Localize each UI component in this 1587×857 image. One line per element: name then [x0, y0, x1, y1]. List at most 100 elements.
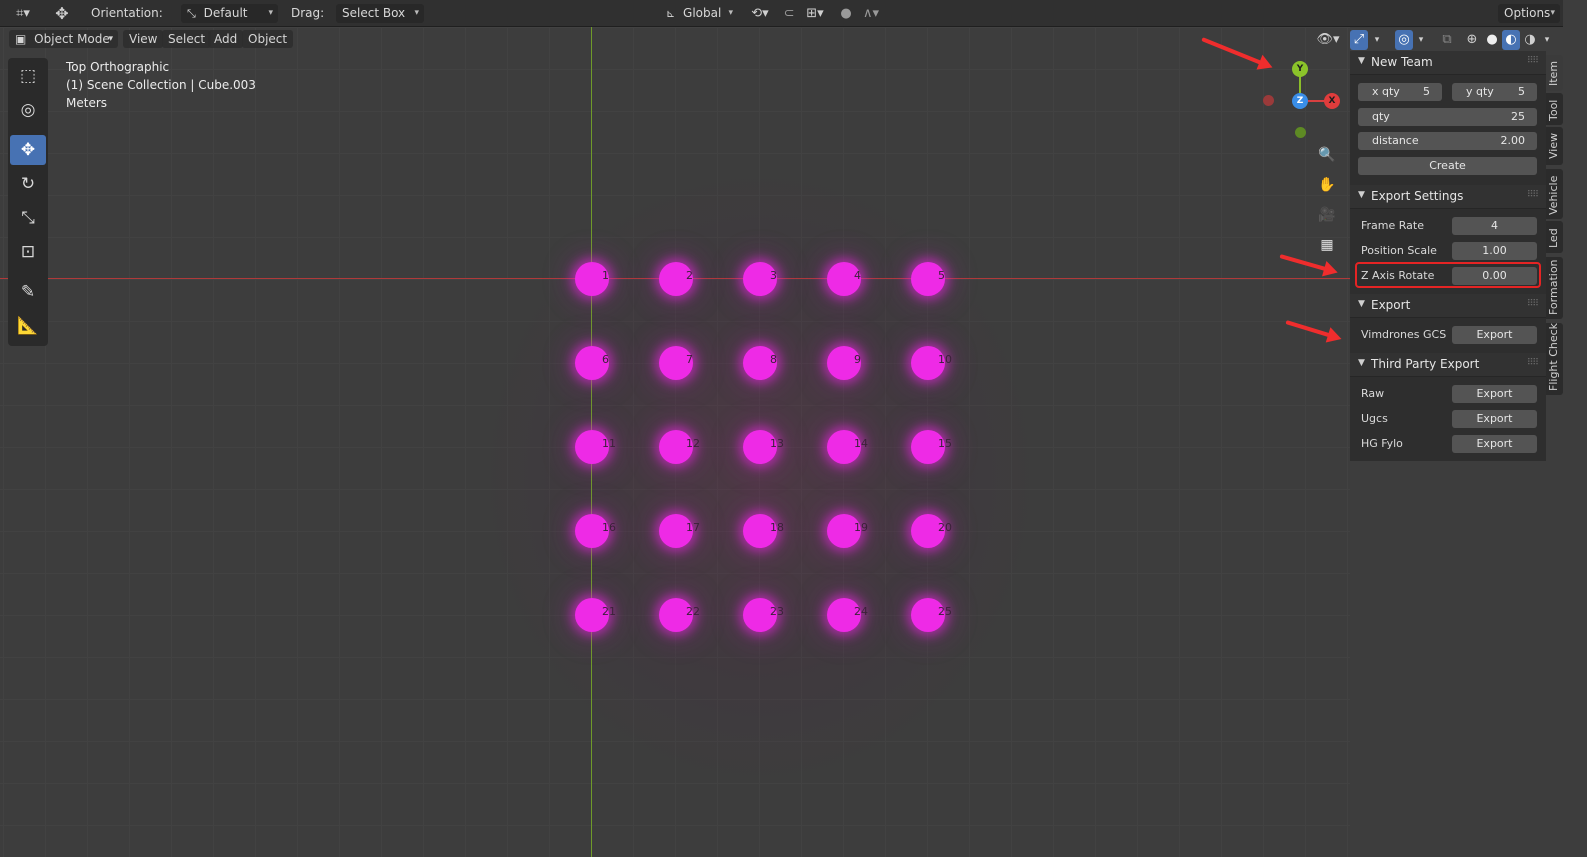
- collapse-triangle-icon: ▼: [1358, 358, 1365, 368]
- rendered-shading-icon[interactable]: ◑: [1521, 30, 1539, 50]
- grip-icon[interactable]: ⠿⠿: [1527, 299, 1539, 309]
- tab-tool[interactable]: Tool: [1546, 93, 1563, 125]
- tab-formation[interactable]: Formation: [1546, 257, 1563, 319]
- collapse-triangle-icon: ▼: [1358, 190, 1365, 200]
- object-mode-dropdown[interactable]: ▣ Object Mode ▾: [9, 30, 118, 48]
- measure-icon[interactable]: 📐: [10, 311, 46, 341]
- rotate-icon[interactable]: ↻: [10, 169, 46, 199]
- move-icon[interactable]: ✥: [10, 135, 46, 165]
- wireframe-shading-icon[interactable]: ⊕: [1463, 30, 1481, 50]
- pivot-point-icon[interactable]: ⟲▾: [746, 4, 774, 23]
- transform-space-value: Global: [683, 6, 722, 20]
- sidebar-tabs: Item Tool View Vehicle Led Formation Fli…: [1546, 51, 1563, 401]
- menu-add[interactable]: Add: [208, 30, 244, 48]
- orientation-value: Default: [203, 6, 248, 20]
- gizmo-neg-y[interactable]: [1295, 127, 1306, 138]
- tab-vehicle[interactable]: Vehicle: [1546, 169, 1563, 219]
- chevron-down-icon: ▾: [268, 8, 273, 18]
- new-team-header[interactable]: ▼ New Team ⠿⠿: [1350, 51, 1546, 75]
- tab-led[interactable]: Led: [1546, 221, 1563, 253]
- 3d-viewport[interactable]: Top Orthographic (1) Scene Collection | …: [0, 27, 1350, 857]
- grip-icon[interactable]: ⠿⠿: [1527, 358, 1539, 368]
- distance-value: 2.00: [1500, 134, 1526, 147]
- orientation-dropdown[interactable]: ⤡ Default ▾: [181, 4, 278, 23]
- zoom-icon[interactable]: 🔍: [1315, 143, 1339, 167]
- distance-field[interactable]: distance 2.00: [1358, 132, 1537, 150]
- chevron-down-icon[interactable]: ▾: [1370, 30, 1384, 50]
- camera-icon[interactable]: 🎥: [1315, 203, 1339, 227]
- drone-label: 8: [770, 353, 777, 366]
- export-settings-header[interactable]: ▼ Export Settings ⠿⠿: [1350, 185, 1546, 209]
- transform-icon[interactable]: ⊡: [10, 237, 46, 267]
- gizmo-neg-x[interactable]: [1263, 95, 1274, 106]
- select-box-icon[interactable]: ⬚: [10, 61, 46, 91]
- create-button[interactable]: Create: [1358, 157, 1537, 175]
- transform-gizmo-icon[interactable]: ✥: [50, 4, 74, 23]
- snap-target-icon[interactable]: ⊞▾: [800, 4, 830, 23]
- gizmo-y-axis[interactable]: Y: [1292, 61, 1308, 77]
- position-scale-label: Position Scale: [1361, 244, 1437, 257]
- menu-view[interactable]: View: [123, 30, 164, 48]
- cursor-icon[interactable]: ◎: [10, 95, 46, 125]
- gizmo-z-axis[interactable]: Z: [1292, 93, 1308, 109]
- hg-fylo-label: HG Fylo: [1361, 437, 1403, 450]
- scene-collection-text: (1) Scene Collection | Cube.003: [66, 78, 256, 92]
- material-shading-icon[interactable]: ◐: [1502, 30, 1520, 50]
- qty-field[interactable]: qty 25: [1358, 108, 1537, 126]
- view-name: Top Orthographic: [66, 60, 170, 74]
- position-scale-field[interactable]: 1.00: [1452, 242, 1537, 260]
- xray-icon[interactable]: ⧉: [1438, 30, 1456, 50]
- gizmo-x-axis[interactable]: X: [1324, 93, 1340, 109]
- third-party-export-header[interactable]: ▼ Third Party Export ⠿⠿: [1350, 353, 1546, 377]
- top-header: ⌗▾ ✥ Orientation: ⤡ Default ▾ Drag: Sele…: [0, 0, 1587, 27]
- editor-type-icon[interactable]: ⌗▾: [8, 4, 38, 23]
- drone-label: 20: [938, 521, 952, 534]
- drone-label: 11: [602, 437, 616, 450]
- falloff-curve-icon[interactable]: ∧▾: [858, 4, 884, 23]
- scale-icon[interactable]: ⤡: [10, 203, 46, 233]
- units-text: Meters: [66, 96, 108, 110]
- export-title: Export: [1371, 298, 1411, 312]
- raw-export-button[interactable]: Export: [1452, 385, 1537, 403]
- tab-view[interactable]: View: [1546, 127, 1563, 165]
- pan-hand-icon[interactable]: ✋: [1315, 173, 1339, 197]
- tab-led-label: Led: [1547, 228, 1560, 248]
- tab-flight-check[interactable]: Flight Check: [1546, 323, 1563, 395]
- grip-icon[interactable]: ⠿⠿: [1527, 190, 1539, 200]
- chevron-down-icon[interactable]: ▾: [1414, 30, 1428, 50]
- drone-label: 19: [854, 521, 868, 534]
- menu-object[interactable]: Object: [242, 30, 294, 48]
- visibility-icon[interactable]: 👁▾: [1313, 30, 1343, 50]
- y-qty-field[interactable]: y qty 5: [1452, 83, 1537, 101]
- export-header[interactable]: ▼ Export ⠿⠿: [1350, 294, 1546, 318]
- drag-label: Drag:: [291, 6, 325, 20]
- vimdrones-export-button[interactable]: Export: [1452, 326, 1537, 344]
- hg-fylo-export-button[interactable]: Export: [1452, 435, 1537, 453]
- qty-label: qty: [1372, 110, 1390, 123]
- ugcs-export-button[interactable]: Export: [1452, 410, 1537, 428]
- annotate-icon[interactable]: ✎: [10, 277, 46, 307]
- menu-select[interactable]: Select: [162, 30, 212, 48]
- frame-rate-field[interactable]: 4: [1452, 217, 1537, 235]
- orientation-icon: ⤡: [187, 7, 196, 20]
- tab-item[interactable]: Item: [1546, 55, 1563, 91]
- tab-view-label: View: [1547, 132, 1560, 159]
- x-qty-field[interactable]: x qty 5: [1358, 83, 1442, 101]
- drag-dropdown[interactable]: Select Box ▾: [336, 4, 424, 23]
- snap-icon[interactable]: ⊂: [780, 4, 798, 23]
- chevron-down-icon[interactable]: ▾: [1540, 30, 1554, 50]
- overlay-toggle-icon[interactable]: ◎: [1395, 30, 1413, 50]
- solid-shading-icon[interactable]: ●: [1483, 30, 1501, 50]
- grip-icon[interactable]: ⠿⠿: [1527, 56, 1539, 66]
- proportional-edit-icon[interactable]: ●: [838, 4, 854, 23]
- tab-vehicle-label: Vehicle: [1547, 175, 1560, 215]
- transform-space-dropdown[interactable]: ⊾ Global ▾: [660, 4, 738, 23]
- grid-view-icon[interactable]: ▦: [1315, 233, 1339, 257]
- options-dropdown[interactable]: Options ▾: [1498, 4, 1560, 23]
- object-mode-icon: ▣: [15, 32, 27, 46]
- y-qty-value: 5: [1518, 85, 1525, 98]
- drone-label: 6: [602, 353, 609, 366]
- gizmo-toggle-icon[interactable]: ⤢: [1350, 30, 1368, 50]
- raw-label: Raw: [1361, 387, 1385, 400]
- z-axis-rotate-highlight: [1355, 262, 1541, 288]
